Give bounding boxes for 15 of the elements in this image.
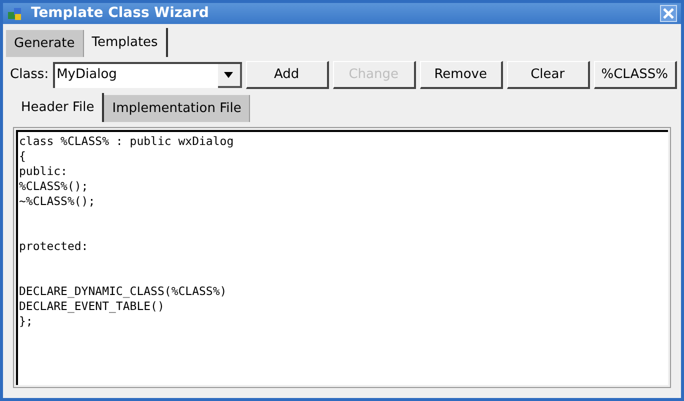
close-icon [663,8,674,19]
dropdown-button[interactable] [218,64,242,88]
close-button[interactable] [660,5,677,22]
app-icon [7,6,23,20]
class-label: Class: [10,66,49,84]
toolbar-button[interactable]: Remove [420,61,503,89]
window-title: Template Class Wizard [31,4,210,23]
tab[interactable]: Generate [6,30,84,57]
class-combobox[interactable]: MyDialog [52,62,242,88]
tab[interactable]: Implementation File [104,95,250,122]
toolbar-button[interactable]: Clear [506,61,590,89]
toolbar-button[interactable]: Add [246,61,329,89]
code-editor[interactable]: class %CLASS% : public wxDialog { public: %CLASS%(); ~%CLASS%(); protected: DECLARE_DYNAMIC_CLASS(%CLASS%) DECLARE_EVENT_TABLE() }; [16,130,668,385]
caret-icon [224,72,234,78]
toolbar-button[interactable]: %CLASS% [594,61,677,89]
